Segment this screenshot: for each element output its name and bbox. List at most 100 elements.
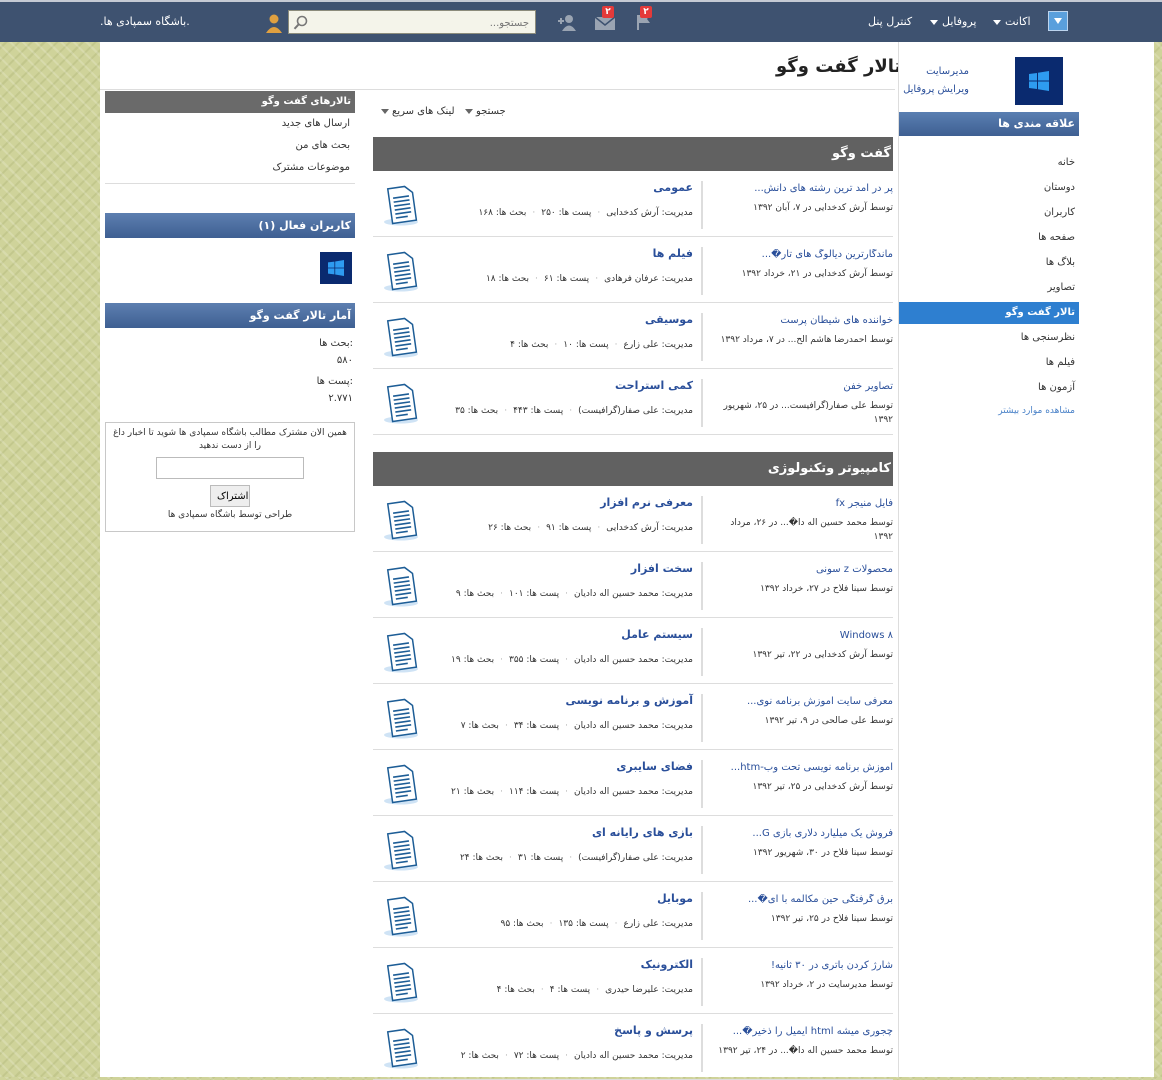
user-name[interactable]: مدیرسایت: [926, 66, 969, 77]
my-threads-link[interactable]: بحث های من: [295, 140, 350, 151]
sidebar-show-more-link[interactable]: مشاهده موارد بیشتر: [899, 400, 1079, 422]
forum-document-icon[interactable]: [381, 763, 421, 805]
search-icon[interactable]: [293, 15, 309, 31]
newsletter-subscribe-box: همین الان مشترک مطالب باشگاه سمپادی ها ش…: [105, 422, 355, 532]
last-post-link[interactable]: شارژ کردن باتری در ۳۰ ثانیه!: [713, 960, 893, 971]
forum-moderator[interactable]: مدیریت: علی زارع: [623, 919, 693, 929]
subscribe-button[interactable]: اشتراک: [210, 485, 250, 507]
sidebar-item-videos[interactable]: فیلم ها: [899, 352, 1079, 374]
forum-document-icon[interactable]: [381, 184, 421, 226]
subscribe-email-field[interactable]: [156, 457, 304, 479]
account-menu[interactable]: اکانت: [993, 2, 1031, 42]
forum-moderator[interactable]: مدیریت: علیرضا حیدری: [605, 985, 693, 995]
last-post-meta: توسط مدیرسایت در ۲، خرداد ۱۳۹۲: [760, 980, 893, 990]
forum-moderator[interactable]: مدیریت: آرش کدخدایی: [606, 523, 693, 533]
forum-title-link[interactable]: سخت افزار: [631, 562, 693, 575]
subscribed-topics-link[interactable]: موضوعات مشترک: [272, 162, 350, 173]
last-post-link[interactable]: Windows ۸: [713, 630, 893, 641]
last-post-link[interactable]: پر در آمد ترین رشته های دانش...: [713, 183, 893, 194]
last-post-link[interactable]: خواننده های شیطان پرست: [713, 315, 893, 326]
search-dropdown[interactable]: جستجو: [465, 106, 506, 120]
forum-document-icon[interactable]: [381, 829, 421, 871]
forum-meta: مدیریت: علی زارع · پست ها: ۱۳۵ · بحث ها: ۹۵: [433, 917, 694, 931]
sidebar-item-blogs[interactable]: بلاگ ها: [899, 252, 1079, 274]
forum-document-icon[interactable]: [381, 895, 421, 937]
forum-document-icon[interactable]: [381, 316, 421, 358]
forum-moderator[interactable]: مدیریت: محمد حسین اله دادیان: [574, 589, 693, 599]
last-post-link[interactable]: فایل منیجر fx: [713, 498, 893, 509]
forum-title-link[interactable]: عمومی: [653, 181, 693, 194]
forum-meta: مدیریت: محمد حسین اله دادیان · پست ها: ۳۴ ·…: [433, 719, 693, 733]
separator-dot: ·: [500, 787, 503, 797]
profile-picture[interactable]: [1015, 57, 1063, 105]
sidebar-item-friends[interactable]: دوستان: [899, 177, 1079, 199]
last-post-link[interactable]: چجوری میشه html ایمیل را ذخیر�...: [713, 1026, 893, 1037]
last-post-link[interactable]: معرفی سایت آموزش برنامه نوی...: [713, 696, 893, 707]
category-heading[interactable]: گفت وگو: [373, 137, 893, 171]
edit-profile-link[interactable]: ویرایش پروفایل: [903, 84, 969, 95]
notifications-button[interactable]: ۲: [632, 6, 654, 32]
last-post-link[interactable]: محصولات z سونی: [713, 564, 893, 575]
forum-title-link[interactable]: معرفی نرم افزار: [600, 496, 693, 509]
control-panel-link[interactable]: کنترل پنل: [868, 2, 912, 42]
sidebar-item-polls[interactable]: نظرسنجی ها: [899, 327, 1079, 349]
sidebar-item-forum[interactable]: تالار گفت وگو: [899, 302, 1079, 324]
forum-moderator[interactable]: مدیریت: محمد حسین اله دادیان: [574, 721, 693, 731]
forum-moderator[interactable]: مدیریت: محمد حسین اله دادیان: [574, 655, 693, 665]
sidebar-item-photos[interactable]: تصاویر: [899, 277, 1079, 299]
forum-document-icon[interactable]: [381, 961, 421, 1003]
forum-title-link[interactable]: فضای سایبری: [616, 760, 693, 773]
forum-title-link[interactable]: کمی استراحت: [615, 379, 693, 392]
sidebar-item-pages[interactable]: صفحه ها: [899, 227, 1079, 249]
last-post-link[interactable]: فروش یک میلیارد دلاری بازی G...: [713, 828, 893, 839]
forum-document-icon[interactable]: [381, 697, 421, 739]
subscribe-credit-link[interactable]: طراحی توسط باشگاه سمپادی ها: [106, 510, 354, 520]
menu-toggle-button[interactable]: [1048, 11, 1068, 31]
forum-moderator[interactable]: مدیریت: عرفان فرهادی: [604, 274, 693, 284]
forum-document-icon[interactable]: [381, 631, 421, 673]
last-post-link[interactable]: برق گرفتگی حین مکالمه با آی�...: [713, 894, 893, 905]
forum-moderator[interactable]: مدیریت: علی صفار(گرافیست): [578, 406, 693, 416]
new-posts-link[interactable]: ارسال های جدید: [282, 118, 350, 129]
sidebar-item-quizzes[interactable]: آزمون ها: [899, 377, 1079, 399]
sidebar-item-home[interactable]: خانه: [899, 152, 1079, 174]
forum-title-link[interactable]: فیلم ها: [653, 247, 693, 260]
forum-moderator[interactable]: مدیریت: محمد حسین اله دادیان: [574, 787, 693, 797]
forum-moderator[interactable]: مدیریت: محمد حسین اله دادیان: [574, 1051, 693, 1061]
forum-title-link[interactable]: سیستم عامل: [621, 628, 693, 641]
forum-title-link[interactable]: موبایل: [657, 892, 693, 905]
quick-links-dropdown[interactable]: لینک های سریع: [381, 106, 455, 120]
forum-moderator[interactable]: مدیریت: آرش کدخدایی: [606, 208, 693, 218]
forum-moderator[interactable]: مدیریت: علی زارع: [623, 340, 693, 350]
search-box[interactable]: [288, 10, 536, 34]
search-input[interactable]: [315, 13, 531, 33]
forum-document-icon[interactable]: [381, 499, 421, 541]
forum-post-count: پست ها: ۱۱۴: [508, 787, 560, 797]
messages-button[interactable]: ۲: [594, 6, 616, 32]
forum-title-link[interactable]: بازی های رایانه ای: [592, 826, 693, 839]
forum-document-icon[interactable]: [381, 565, 421, 607]
sidebar-item-users[interactable]: کاربران: [899, 202, 1079, 224]
forum-moderator[interactable]: مدیریت: علی صفار(گرافیست): [578, 853, 693, 863]
forum-title-link[interactable]: الکترونیک: [641, 958, 693, 971]
last-post-link[interactable]: تصاویر خفن: [713, 381, 893, 392]
forum-title-link[interactable]: آموزش و برنامه نویسی: [565, 694, 693, 707]
friend-requests-button[interactable]: [556, 12, 578, 32]
forum-title-link[interactable]: پرسش و پاسخ: [614, 1024, 693, 1037]
forum-title-link[interactable]: موسیقی: [645, 313, 693, 326]
separator-dot: ·: [500, 655, 503, 665]
profile-menu[interactable]: پروفایل: [930, 2, 976, 42]
subscribe-text: همین الان مشترک مطالب باشگاه سمپادی ها ش…: [113, 428, 347, 451]
forum-meta: مدیریت: محمد حسین اله دادیان · پست ها: ۱۰۱…: [433, 587, 693, 601]
last-post-link[interactable]: ماندگارترین دیالوگ های تار�...: [713, 249, 893, 260]
category-heading[interactable]: کامپیوتر وتکنولوژی: [373, 452, 893, 486]
user-avatar-icon[interactable]: [264, 13, 284, 33]
active-user-avatar[interactable]: [320, 252, 352, 284]
forum-document-icon[interactable]: [381, 250, 421, 292]
forum-document-icon[interactable]: [381, 1027, 421, 1069]
column-divider: [701, 1024, 703, 1072]
forum-document-icon[interactable]: [381, 382, 421, 424]
site-name[interactable]: .باشگاه سمپادی ها.: [100, 2, 190, 42]
last-post-meta: توسط احمدرضا هاشم الح... در ۷، مرداد ۱۳۹…: [720, 335, 893, 345]
last-post-link[interactable]: آموزش برنامه نویسی تحت وب-htm...: [713, 762, 893, 773]
